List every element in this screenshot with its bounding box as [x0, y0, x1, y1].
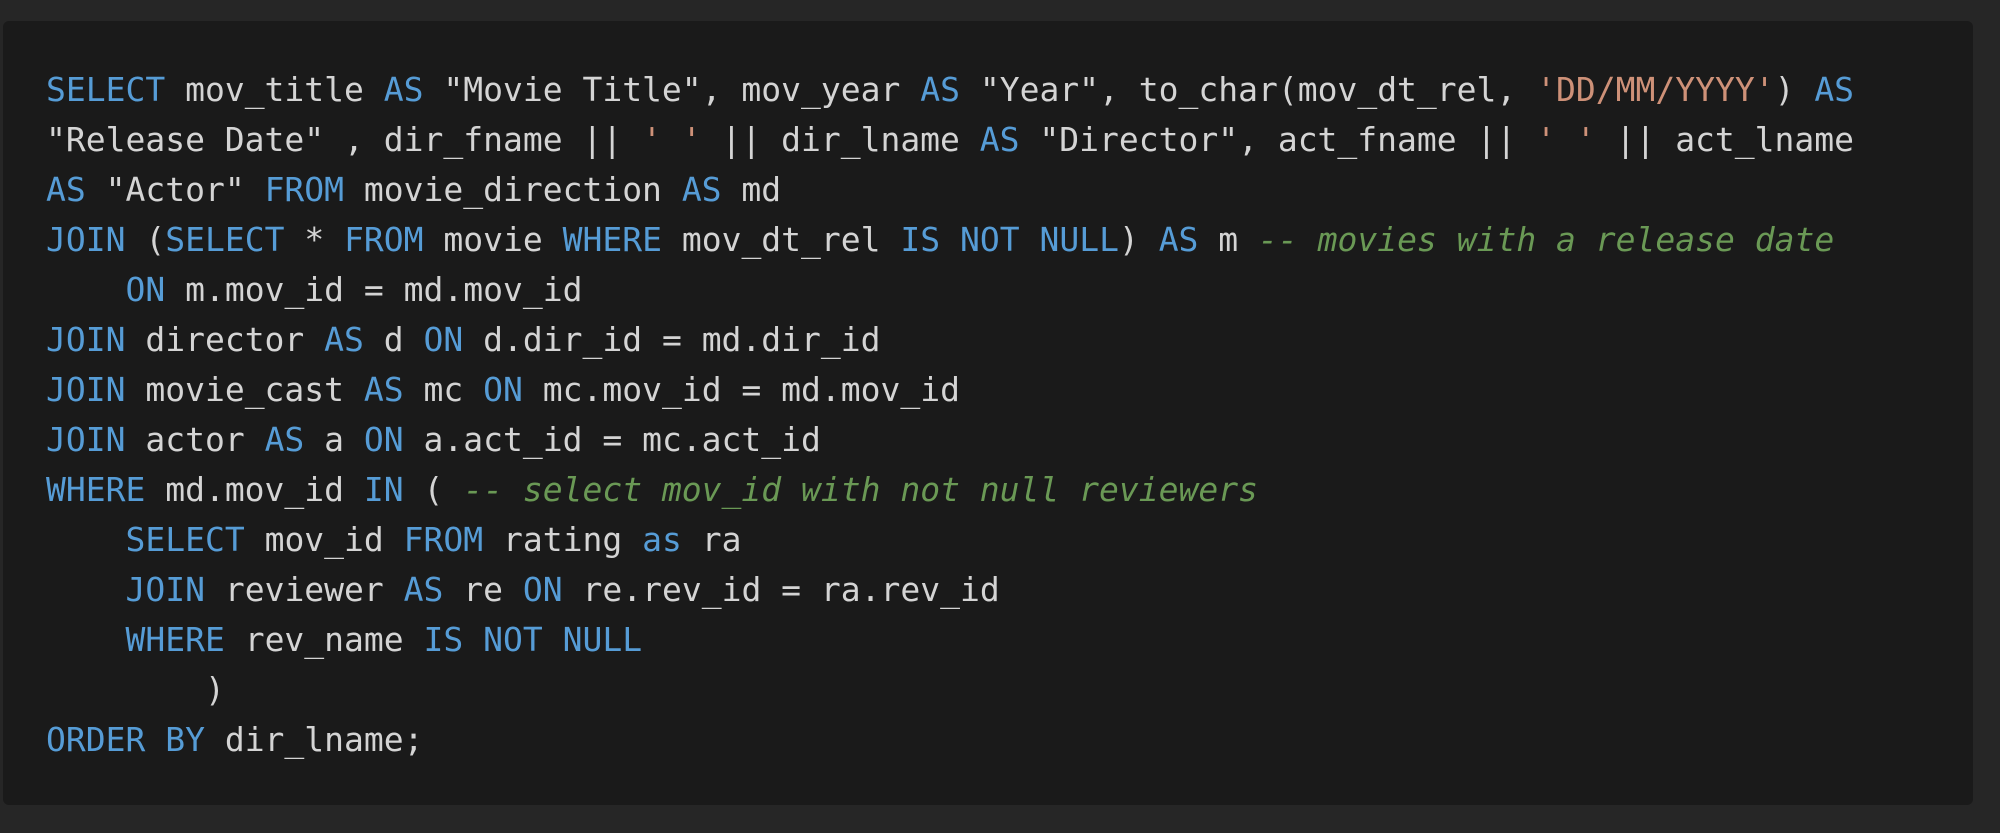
sql-keyword: WHERE: [46, 470, 146, 509]
code-text: ra: [681, 520, 742, 559]
sql-keyword: JOIN: [125, 570, 205, 609]
sql-keyword: ON: [483, 370, 523, 409]
code-text: movie_direction: [344, 170, 682, 209]
code-text: md: [721, 170, 782, 209]
sql-keyword: FROM: [344, 220, 424, 259]
sql-keyword: AS: [1158, 220, 1199, 259]
code-text: m: [1198, 220, 1259, 259]
sql-code-block: SELECT mov_title AS "Movie Title", mov_y…: [46, 65, 1973, 765]
code-text: || act_lname: [1595, 120, 1854, 159]
code-text: ): [46, 670, 225, 709]
code-text: ): [1118, 220, 1159, 259]
code-text: actor: [125, 420, 265, 459]
code-line: WHERE md.mov_id IN ( -- select mov_id wi…: [46, 465, 1973, 515]
sql-comment: -- select mov_id with not null reviewers: [463, 470, 1258, 509]
code-text: movie: [423, 220, 563, 259]
sql-keyword: AS: [264, 420, 305, 459]
sql-keyword: ORDER BY: [46, 720, 205, 759]
sql-keyword: IS NOT NULL: [900, 220, 1119, 259]
code-text: (: [125, 220, 166, 259]
code-text: a: [304, 420, 364, 459]
sql-keyword: AS: [46, 170, 86, 209]
sql-keyword: AS: [403, 570, 444, 609]
code-text: mc: [403, 370, 484, 409]
code-text: ): [1774, 70, 1815, 109]
sql-keyword: AS: [979, 120, 1020, 159]
code-text: mov_id: [244, 520, 404, 559]
code-line: JOIN movie_cast AS mc ON mc.mov_id = md.…: [46, 365, 1973, 415]
sql-keyword: IN: [363, 470, 404, 509]
string-literal: 'DD/MM/YYYY': [1536, 70, 1775, 109]
code-line: JOIN actor AS a ON a.act_id = mc.act_id: [46, 415, 1973, 465]
sql-keyword: AS: [681, 170, 722, 209]
code-text: mc.mov_id = md.mov_id: [522, 370, 960, 409]
sql-keyword: FROM: [403, 520, 484, 559]
code-text: "Director", act_fname ||: [1019, 120, 1537, 159]
sql-keyword: JOIN: [46, 420, 126, 459]
sql-keyword: ON: [125, 270, 166, 309]
sql-keyword: ON: [423, 320, 464, 359]
code-text: || dir_lname: [701, 120, 980, 159]
sql-keyword: AS: [920, 70, 960, 109]
code-text: a.act_id = mc.act_id: [403, 420, 821, 459]
sql-keyword: JOIN: [46, 220, 126, 259]
code-text: movie_cast: [125, 370, 364, 409]
sql-keyword: JOIN: [46, 370, 126, 409]
code-line: ON m.mov_id = md.mov_id: [46, 265, 1973, 315]
sql-keyword: JOIN: [46, 320, 126, 359]
sql-keyword: ON: [522, 570, 563, 609]
code-line: AS "Actor" FROM movie_direction AS md: [46, 165, 1973, 215]
sql-keyword: AS: [1814, 70, 1855, 109]
code-text: director: [125, 320, 325, 359]
code-text: dir_lname;: [204, 720, 424, 759]
sql-comment: -- movies with a release date: [1258, 220, 1835, 259]
code-text: "Actor": [85, 170, 265, 209]
string-literal: ' ': [642, 120, 702, 159]
sql-keyword: AS: [383, 70, 424, 109]
code-text: "Year", to_char(mov_dt_rel,: [959, 70, 1537, 109]
sql-keyword: SELECT: [46, 70, 166, 109]
sql-keyword: SELECT: [165, 220, 285, 259]
sql-keyword: FROM: [264, 170, 345, 209]
code-text: d: [363, 320, 424, 359]
code-text: (: [403, 470, 464, 509]
code-text: "Movie Title", mov_year: [423, 70, 921, 109]
sql-keyword: as: [642, 520, 682, 559]
code-line: SELECT mov_id FROM rating as ra: [46, 515, 1973, 565]
code-line: JOIN reviewer AS re ON re.rev_id = ra.re…: [46, 565, 1973, 615]
code-block-panel: SELECT mov_title AS "Movie Title", mov_y…: [3, 21, 1973, 805]
code-text: re.rev_id = ra.rev_id: [562, 570, 1000, 609]
code-text: rating: [483, 520, 643, 559]
sql-keyword: SELECT: [125, 520, 245, 559]
sql-keyword: IS NOT NULL: [423, 620, 643, 659]
code-text: md.mov_id: [145, 470, 364, 509]
code-line: JOIN director AS d ON d.dir_id = md.dir_…: [46, 315, 1973, 365]
sql-keyword: WHERE: [562, 220, 662, 259]
sql-keyword: AS: [324, 320, 364, 359]
code-line: "Release Date" , dir_fname || ' ' || dir…: [46, 115, 1973, 165]
code-text: rev_name: [224, 620, 424, 659]
code-text: *: [284, 220, 345, 259]
code-text: "Release Date" , dir_fname ||: [46, 120, 643, 159]
code-line: WHERE rev_name IS NOT NULL: [46, 615, 1973, 665]
code-text: d.dir_id = md.dir_id: [463, 320, 881, 359]
code-line: ORDER BY dir_lname;: [46, 715, 1973, 765]
code-text: mov_title: [165, 70, 384, 109]
code-text: re: [443, 570, 523, 609]
sql-keyword: AS: [363, 370, 404, 409]
code-line: SELECT mov_title AS "Movie Title", mov_y…: [46, 65, 1973, 115]
code-line: JOIN (SELECT * FROM movie WHERE mov_dt_r…: [46, 215, 1973, 265]
sql-keyword: WHERE: [125, 620, 225, 659]
code-line: ): [46, 665, 1973, 715]
code-text: reviewer: [204, 570, 404, 609]
code-text: mov_dt_rel: [661, 220, 901, 259]
code-text: m.mov_id = md.mov_id: [165, 270, 583, 309]
sql-keyword: ON: [363, 420, 404, 459]
string-literal: ' ': [1536, 120, 1596, 159]
